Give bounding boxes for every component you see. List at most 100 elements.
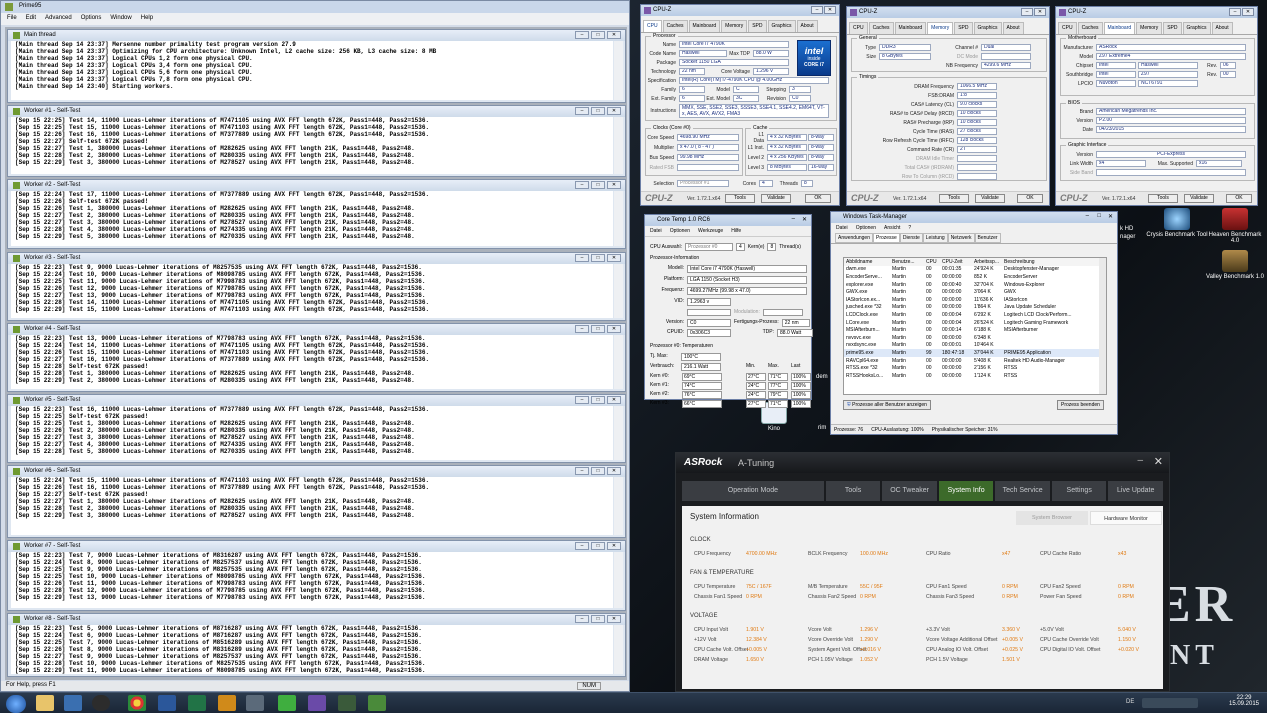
process-list-scrollbar[interactable] — [1099, 258, 1106, 394]
coretemp-titlebar[interactable]: Core Temp 1.0 RC6 – ✕ — [645, 215, 811, 226]
app-icon[interactable] — [368, 695, 386, 711]
app-icon[interactable] — [246, 695, 264, 711]
vertical-scrollbar[interactable] — [614, 625, 623, 674]
column-header[interactable]: Arbeitssp... — [972, 258, 1002, 266]
language-indicator[interactable]: DE — [1126, 699, 1134, 705]
minimize-button[interactable]: – — [575, 542, 589, 550]
minimize-button[interactable]: – — [1229, 8, 1241, 16]
worker-titlebar[interactable]: Worker #6 - Self-Test – □ ✕ — [8, 466, 625, 477]
minimize-button[interactable]: – — [1086, 213, 1089, 219]
steam-icon[interactable] — [92, 695, 110, 711]
process-row[interactable]: prime95.exe Martin 99 180:47:18 37'044 K PRIM… — [844, 349, 1106, 357]
close-button[interactable]: ✕ — [824, 6, 836, 14]
chrome-icon[interactable] — [128, 695, 146, 711]
validate-button[interactable]: Validate — [1184, 194, 1214, 203]
tab-graphics[interactable]: Graphics — [767, 20, 796, 32]
worker-titlebar[interactable]: Worker #2 - Self-Test – □ ✕ — [8, 180, 625, 191]
minimize-button[interactable]: – — [1021, 8, 1033, 16]
tab-mainboard[interactable]: Mainboard — [894, 22, 927, 34]
nav-tech-service[interactable]: Tech Service — [995, 481, 1050, 501]
clock[interactable]: 22:29 15.09.2015 — [1226, 695, 1262, 707]
minimize-button[interactable]: – — [811, 6, 823, 14]
minimize-button[interactable]: – — [575, 181, 589, 189]
prime95-titlebar[interactable]: Prime95 — [1, 1, 629, 13]
tab-leistung[interactable]: Leistung — [922, 233, 948, 243]
menu-ansicht[interactable]: Ansicht — [884, 225, 900, 231]
cpuz-taskbar-icon[interactable] — [308, 695, 326, 711]
minimize-button[interactable]: – — [575, 615, 589, 623]
close-button[interactable]: ✕ — [607, 542, 621, 550]
maximize-button[interactable]: □ — [591, 615, 605, 623]
process-row[interactable]: RTSS.exe *32 Martin 00 00:00:00 2'156 K RTSS — [844, 364, 1106, 372]
process-row[interactable]: jusched.exe *32 Martin 00 00:00:00 1'864 K Ja… — [844, 304, 1106, 312]
process-row[interactable]: dwm.exe Martin 00 00:01:35 24'924 K Desktopfe… — [844, 266, 1106, 274]
menu-help[interactable]: Help — [141, 15, 153, 23]
nav-tools[interactable]: Tools — [825, 481, 881, 501]
tab-cpu[interactable]: CPU — [1058, 22, 1077, 34]
tab-about[interactable]: About — [796, 20, 818, 32]
tab-mainboard[interactable]: Mainboard — [688, 20, 721, 32]
cpuz-titlebar[interactable]: CPU-Z – ✕ — [1056, 7, 1257, 18]
maximize-button[interactable]: □ — [591, 254, 605, 262]
tab-cpu[interactable]: CPU — [849, 22, 868, 34]
worker-titlebar[interactable]: Worker #1 - Self-Test – □ ✕ — [8, 106, 625, 117]
minimize-button[interactable]: – — [575, 325, 589, 333]
cpuz-titlebar[interactable]: CPU-Z – ✕ — [641, 5, 839, 16]
nav-settings[interactable]: Settings — [1051, 481, 1107, 501]
column-header[interactable]: CPU-Zeit — [940, 258, 972, 266]
app-icon[interactable] — [338, 695, 356, 711]
worker-titlebar[interactable]: Worker #3 - Self-Test – □ ✕ — [8, 253, 625, 264]
validate-button[interactable]: Validate — [761, 194, 791, 203]
tab-netzwerk[interactable]: Netzwerk — [947, 233, 975, 243]
close-button[interactable]: ✕ — [607, 31, 621, 39]
media-player-icon[interactable] — [64, 695, 82, 711]
process-row[interactable]: IAStorIcon.ex... Martin 00 00:00:00 11'636 K… — [844, 296, 1106, 304]
worker-titlebar[interactable]: Main thread – □ ✕ — [8, 30, 625, 41]
desktop-icon-crysis[interactable]: Crysis Benchmark Tool — [1146, 208, 1208, 238]
menu-window[interactable]: Window — [110, 15, 131, 23]
asrock-header[interactable]: ASRock A-Tuning – ✕ — [676, 453, 1169, 473]
menu-edit[interactable]: Edit — [26, 15, 36, 23]
tray-icons[interactable] — [1142, 698, 1198, 708]
maximize-button[interactable]: □ — [591, 467, 605, 475]
menu-advanced[interactable]: Advanced — [45, 15, 72, 23]
process-row[interactable]: LCDClock.exe Martin 00 00:00:04 6'292 K Logit… — [844, 311, 1106, 319]
minimize-button[interactable]: – — [575, 467, 589, 475]
vertical-scrollbar[interactable] — [614, 335, 623, 389]
process-row[interactable]: GWX.exe Martin 00 00:00:00 3'064 K GWX — [844, 288, 1106, 296]
menu-help[interactable]: ? — [908, 225, 911, 231]
minimize-button[interactable]: – — [792, 216, 795, 222]
close-button[interactable]: ✕ — [607, 396, 621, 404]
vertical-scrollbar[interactable] — [614, 264, 623, 318]
close-button[interactable]: ✕ — [607, 254, 621, 262]
close-button[interactable]: ✕ — [607, 325, 621, 333]
cpu-select[interactable]: Prozessor #0 — [684, 243, 733, 251]
menu-options[interactable]: Options — [81, 15, 102, 23]
process-row[interactable]: RAVCpl64.exe Martin 00 00:00:00 5'408 K Realt… — [844, 357, 1106, 365]
close-button[interactable]: ✕ — [802, 216, 807, 223]
column-header[interactable]: CPU — [924, 258, 940, 266]
desktop-icon-heaven[interactable]: Heaven Benchmark 4.0 — [1204, 208, 1266, 244]
vertical-scrollbar[interactable] — [614, 41, 623, 100]
process-row[interactable]: explorer.exe Martin 00 00:00:40 32'704 K Wind… — [844, 281, 1106, 289]
column-header[interactable]: Abbildname — [844, 258, 890, 266]
worker-titlebar[interactable]: Worker #5 - Self-Test – □ ✕ — [8, 395, 625, 406]
taskmanager-titlebar[interactable]: Windows Task-Manager – □ ✕ — [831, 212, 1117, 223]
vertical-scrollbar[interactable] — [614, 552, 623, 608]
processor-select[interactable]: Processor #1 — [677, 180, 729, 187]
cpuz-titlebar[interactable]: CPU-Z – ✕ — [847, 7, 1049, 18]
column-header[interactable]: Benutze... — [890, 258, 924, 266]
worker-titlebar[interactable]: Worker #4 - Self-Test – □ ✕ — [8, 324, 625, 335]
vertical-scrollbar[interactable] — [614, 477, 623, 535]
menu-werkzeuge[interactable]: Werkzeuge — [698, 228, 723, 234]
menu-hilfe[interactable]: Hilfe — [731, 228, 741, 234]
end-process-button[interactable]: Prozess beenden — [1057, 400, 1104, 410]
nav-operation-mode[interactable]: Operation Mode — [682, 481, 824, 501]
column-header[interactable]: Beschreibung — [1002, 258, 1106, 266]
tab-benutzer[interactable]: Benutzer — [974, 233, 1001, 243]
close-button[interactable]: ✕ — [1034, 8, 1046, 16]
maximize-button[interactable]: □ — [591, 181, 605, 189]
maximize-button[interactable]: □ — [591, 107, 605, 115]
prime95-taskbar-icon[interactable] — [278, 695, 296, 711]
tools-button[interactable]: Tools — [939, 194, 969, 203]
